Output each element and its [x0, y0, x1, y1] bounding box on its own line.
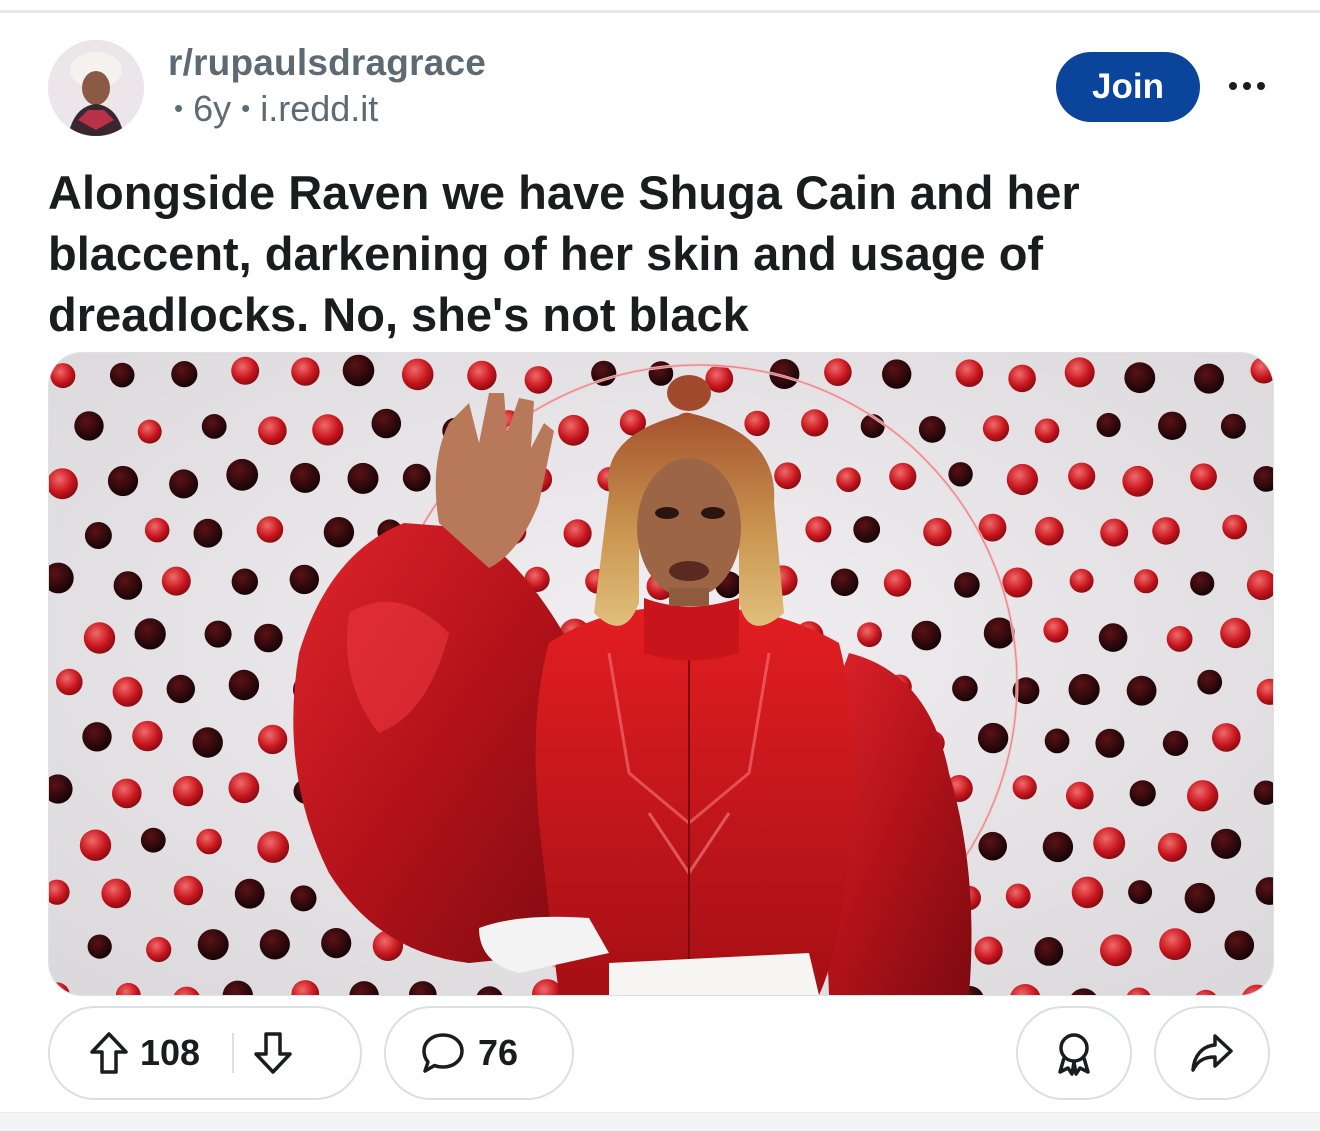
post-image[interactable]: [48, 352, 1274, 996]
share-button[interactable]: [1154, 1006, 1270, 1100]
vote-divider: [232, 1033, 235, 1073]
post-title[interactable]: Alongside Raven we have Shuga Cain and h…: [48, 162, 1278, 345]
subreddit-name[interactable]: r/rupaulsdragrace: [168, 42, 486, 84]
comment-count: 76: [478, 1032, 519, 1073]
award-icon: [1052, 1030, 1096, 1076]
post-domain[interactable]: i.redd.it: [260, 88, 378, 129]
meta-separator: •: [241, 93, 251, 123]
join-button[interactable]: Join: [1056, 52, 1200, 122]
share-arrow-icon: [1189, 1032, 1235, 1074]
post-age: 6y: [193, 88, 232, 129]
feed-divider: [0, 1112, 1320, 1131]
comment-button[interactable]: 76: [384, 1006, 574, 1100]
upvote-count: 108: [140, 1032, 201, 1073]
post-meta: • 6y • i.redd.it: [174, 88, 378, 130]
comment-bubble-icon: [420, 1031, 466, 1075]
upvote-arrow-icon[interactable]: [88, 1030, 130, 1076]
subreddit-avatar[interactable]: [48, 40, 144, 136]
top-divider: [0, 10, 1320, 13]
award-button[interactable]: [1016, 1006, 1132, 1100]
meta-separator: •: [174, 93, 184, 123]
downvote-arrow-icon[interactable]: [252, 1030, 294, 1076]
vote-pill: 108: [48, 1006, 362, 1100]
more-options-icon[interactable]: [1222, 66, 1272, 106]
